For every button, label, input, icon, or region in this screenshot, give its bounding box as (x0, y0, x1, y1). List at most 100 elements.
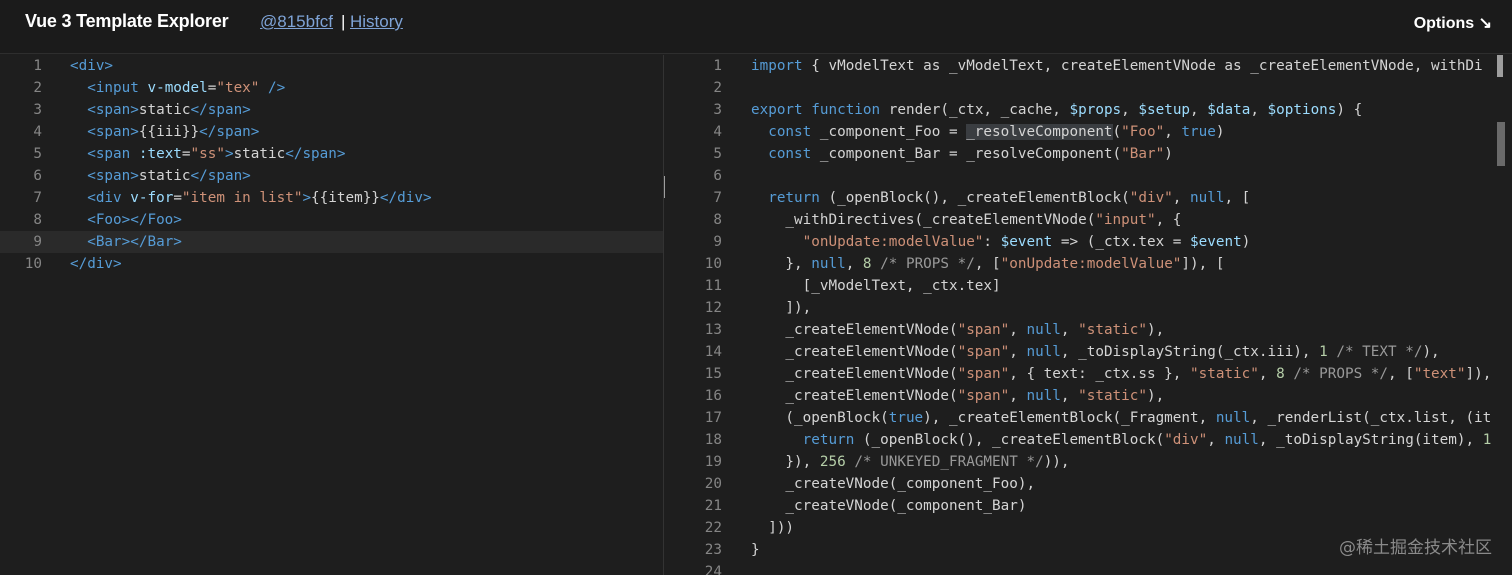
code-token: "Bar" (1121, 146, 1165, 162)
output-line-16[interactable]: 16 _createElementVNode("span", null, "st… (665, 385, 1512, 407)
code-token: import (751, 58, 803, 74)
template-line-code: </div> (70, 253, 122, 275)
output-line-19[interactable]: 19 }), 256 /* UNKEYED_FRAGMENT */)), (665, 451, 1512, 473)
template-code[interactable]: 1 <div> 2 <input v-model="tex" /> 3 <span>s… (0, 55, 663, 275)
output-line-code: ])) (751, 517, 794, 539)
code-token: true (1181, 124, 1216, 140)
history-link[interactable]: History (350, 12, 403, 32)
output-line-code: const _component_Foo = _resolveComponent… (751, 121, 1224, 143)
code-token: /* PROPS */ (880, 256, 975, 272)
template-line-2[interactable]: 2 <input v-model="tex" /> (0, 77, 663, 99)
template-line-9[interactable]: 9 <Bar></Bar> (0, 231, 663, 253)
output-line-6[interactable]: 6 (665, 165, 1512, 187)
code-token: null (1215, 410, 1251, 426)
code-token: _createVNode(_component_Bar) (751, 498, 1027, 514)
code-token: {{iii}} (138, 124, 200, 140)
compiled-code[interactable]: 1 import { vModelText as _vModelText, cre… (665, 55, 1512, 575)
output-line-number: 10 (704, 256, 722, 272)
template-line-1[interactable]: 1 <div> (0, 55, 663, 77)
output-line-number: 16 (704, 388, 722, 404)
output-line-code: (_openBlock(true), _createElementBlock(_… (751, 407, 1491, 429)
output-line-number: 24 (704, 564, 722, 575)
output-line-21[interactable]: 21 _createVNode(_component_Bar) (665, 495, 1512, 517)
output-line-12[interactable]: 12 ]), (665, 297, 1512, 319)
code-token: </span> (199, 124, 260, 140)
output-line-17[interactable]: 17 (_openBlock(true), _createElementBloc… (665, 407, 1512, 429)
template-line-7[interactable]: 7 <div v-for="item in list">{{item}}</di… (0, 187, 663, 209)
code-token: $options (1267, 102, 1337, 118)
output-line-11[interactable]: 11 [_vModelText, _ctx.tex] (665, 275, 1512, 297)
output-line-number: 18 (704, 432, 722, 448)
code-token: , [ (1224, 190, 1251, 206)
output-line-13[interactable]: 13 _createElementVNode("span", null, "st… (665, 319, 1512, 341)
code-token: null (1026, 388, 1061, 404)
code-token: "tex" (216, 80, 260, 96)
template-editor[interactable]: 1 <div> 2 <input v-model="tex" /> 3 <span>s… (0, 55, 664, 575)
output-line-18[interactable]: 18 return (_openBlock(), _createElementB… (665, 429, 1512, 451)
output-line-number: 8 (713, 212, 722, 228)
output-line-5[interactable]: 5 const _component_Bar = _resolveCompone… (665, 143, 1512, 165)
output-line-number: 9 (713, 234, 722, 250)
template-line-number: 8 (33, 212, 42, 228)
code-token: > (224, 146, 234, 162)
output-line-20[interactable]: 20 _createVNode(_component_Foo), (665, 473, 1512, 495)
template-line-4[interactable]: 4 <span>{{iii}}</span> (0, 121, 663, 143)
template-line-number: 9 (33, 234, 42, 250)
code-token: { vModelText as _vModelText, createEleme… (802, 58, 1483, 74)
template-line-number: 2 (33, 80, 42, 96)
code-token: > (302, 190, 312, 206)
code-token: ) (1164, 146, 1173, 162)
code-token: null (1026, 322, 1061, 338)
output-line-15[interactable]: 15 _createElementVNode("span", { text: _… (665, 363, 1512, 385)
code-token: <Foo></Foo> (87, 212, 182, 228)
output-line-7[interactable]: 7 return (_openBlock(), _createElementBl… (665, 187, 1512, 209)
code-token: null (1224, 432, 1259, 448)
code-token: ) (1215, 124, 1225, 140)
code-token: </Bar> (130, 234, 182, 250)
output-line-number: 17 (704, 410, 722, 426)
output-scrollbar[interactable] (1497, 122, 1505, 166)
code-token: /* PROPS */ (1293, 366, 1389, 382)
template-line-3[interactable]: 3 <span>static</span> (0, 99, 663, 121)
output-line-1[interactable]: 1 import { vModelText as _vModelText, cre… (665, 55, 1512, 77)
code-token: _createElementVNode( (751, 322, 958, 338)
output-line-10[interactable]: 10 }, null, 8 /* PROPS */, ["onUpdate:mo… (665, 253, 1512, 275)
code-token: const (768, 124, 812, 140)
code-token: , (1207, 432, 1225, 448)
compiled-output-editor[interactable]: 1 import { vModelText as _vModelText, cre… (665, 55, 1512, 575)
code-token: "Foo" (1121, 124, 1165, 140)
code-token: ]), (1465, 366, 1492, 382)
template-line-10[interactable]: 10 </div> (0, 253, 663, 275)
header-separator: | (341, 12, 346, 31)
code-token: , { text: _ctx.ss }, (1009, 366, 1191, 382)
template-line-code: <span>{{iii}}</span> (70, 121, 259, 143)
output-line-4[interactable]: 4 const _component_Foo = _resolveCompone… (665, 121, 1512, 143)
code-token: , [ (974, 256, 1001, 272)
code-token: "span" (957, 322, 1010, 338)
commit-link[interactable]: @815bfcf (260, 12, 333, 32)
code-token: , _renderList(_ctx.list, (it (1250, 410, 1492, 426)
output-line-3[interactable]: 3 export function render(_ctx, _cache, $p… (665, 99, 1512, 121)
output-line-14[interactable]: 14 _createElementVNode("span", null, _to… (665, 341, 1512, 363)
output-line-number: 15 (704, 366, 722, 382)
output-line-8[interactable]: 8 _withDirectives(_createElementVNode("i… (665, 209, 1512, 231)
code-token: <span> (87, 102, 139, 118)
code-token: $setup (1138, 102, 1191, 118)
code-token: </div> (379, 190, 432, 206)
template-line-code: <Bar></Bar> (70, 231, 182, 253)
output-line-24[interactable]: 24 (665, 561, 1512, 575)
code-token: ) (1241, 234, 1251, 250)
template-line-8[interactable]: 8 <Foo></Foo> (0, 209, 663, 231)
code-token: /> (259, 80, 286, 96)
code-token: , (1009, 388, 1027, 404)
template-line-6[interactable]: 6 <span>static</span> (0, 165, 663, 187)
output-line-number: 7 (713, 190, 722, 206)
template-line-5[interactable]: 5 <span :text="ss">static</span> (0, 143, 663, 165)
options-button[interactable]: Options ↘ (1414, 13, 1492, 33)
output-line-2[interactable]: 2 (665, 77, 1512, 99)
code-token: _withDirectives(_createElementVNode( (751, 212, 1096, 228)
output-line-9[interactable]: 9 "onUpdate:modelValue": $event => (_ctx… (665, 231, 1512, 253)
code-token: :text (138, 146, 182, 162)
app-header: Vue 3 Template Explorer @815bfcf | Histo… (0, 0, 1512, 54)
